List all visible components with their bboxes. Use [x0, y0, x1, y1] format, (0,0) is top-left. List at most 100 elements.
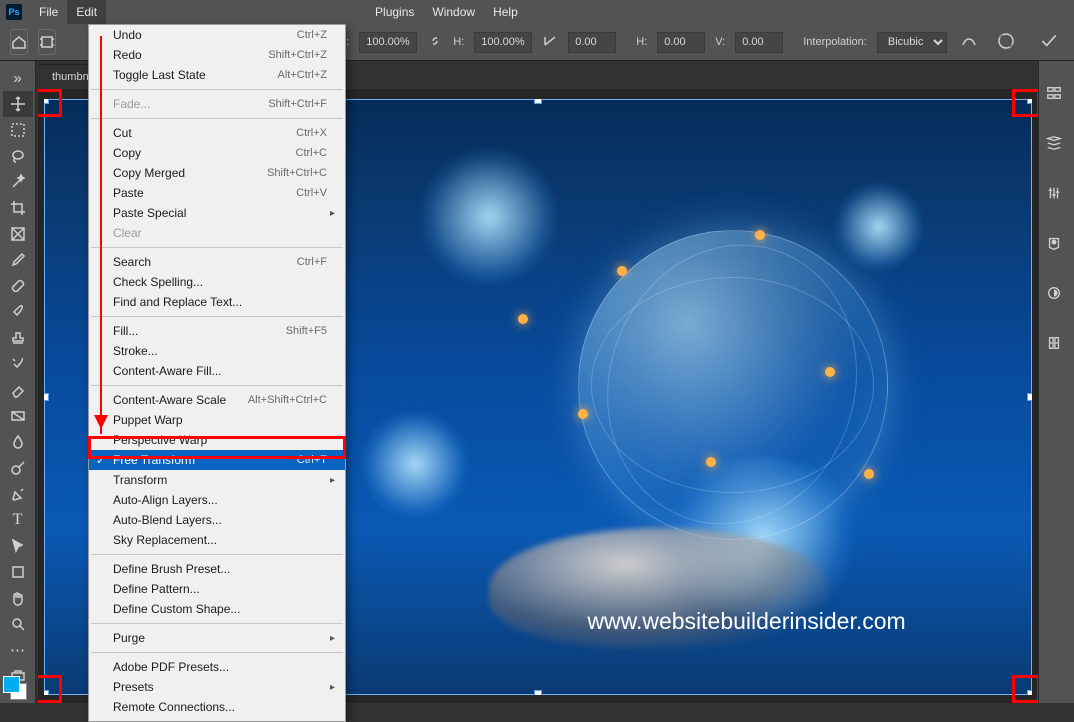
marquee-tool[interactable]: [3, 117, 33, 143]
libraries-panel-icon[interactable]: [1046, 285, 1068, 307]
menu-window[interactable]: Window: [423, 0, 484, 24]
menu-item-search[interactable]: SearchCtrl+F: [89, 252, 345, 272]
menu-item-paste[interactable]: PasteCtrl+V: [89, 183, 345, 203]
home-icon[interactable]: [10, 29, 28, 55]
transform-handle-bm[interactable]: [534, 690, 542, 695]
menu-item-presets[interactable]: Presets: [89, 677, 345, 697]
transform-tool-icon[interactable]: [38, 29, 56, 55]
path-select-tool[interactable]: [3, 533, 33, 559]
menu-item-puppet-warp[interactable]: Puppet Warp: [89, 410, 345, 430]
menu-help[interactable]: Help: [484, 0, 527, 24]
history-brush-tool[interactable]: [3, 351, 33, 377]
stamp-tool[interactable]: [3, 325, 33, 351]
transform-handle-br[interactable]: [1027, 690, 1032, 695]
expand-icon[interactable]: »: [3, 65, 33, 91]
skew-h-input[interactable]: [657, 32, 705, 53]
rotate-icon: [542, 33, 558, 52]
more-tools[interactable]: ⋯: [3, 637, 33, 663]
height-input[interactable]: [474, 32, 532, 53]
color-swatches[interactable]: [3, 676, 27, 700]
menu-item-transform[interactable]: Transform: [89, 470, 345, 490]
menu-item-toggle-last-state[interactable]: Toggle Last StateAlt+Ctrl+Z: [89, 65, 345, 85]
menu-edit[interactable]: Edit: [67, 0, 106, 24]
menu-gap: [106, 0, 366, 24]
annotation-arrow: [100, 36, 102, 434]
interpolation-select[interactable]: Bicubic: [877, 32, 947, 53]
lasso-tool[interactable]: [3, 143, 33, 169]
transform-handle-tl[interactable]: [44, 99, 49, 104]
menu-item-cut[interactable]: CutCtrl+X: [89, 123, 345, 143]
type-tool[interactable]: T: [3, 507, 33, 533]
dodge-tool[interactable]: [3, 455, 33, 481]
move-tool[interactable]: [3, 91, 33, 117]
transform-handle-mr[interactable]: [1027, 393, 1032, 401]
photoshop-logo: Ps: [6, 4, 22, 20]
gradient-tool[interactable]: [3, 403, 33, 429]
rotation-input[interactable]: [568, 32, 616, 53]
cancel-transform-icon[interactable]: [997, 32, 1015, 53]
menu-item-content-aware-fill[interactable]: Content-Aware Fill...: [89, 361, 345, 381]
canvas-url-text: www.websitebuilderinsider.com: [587, 608, 905, 635]
menu-item-auto-align-layers[interactable]: Auto-Align Layers...: [89, 490, 345, 510]
menu-item-copy[interactable]: CopyCtrl+C: [89, 143, 345, 163]
label-h: H:: [453, 36, 464, 48]
wand-tool[interactable]: [3, 169, 33, 195]
menu-item-remote-connections[interactable]: Remote Connections...: [89, 697, 345, 717]
transform-handle-ml[interactable]: [44, 393, 49, 401]
hand-tool[interactable]: [3, 585, 33, 611]
warp-icon[interactable]: [961, 33, 977, 52]
menu-item-define-pattern[interactable]: Define Pattern...: [89, 579, 345, 599]
menu-plugins[interactable]: Plugins: [366, 0, 423, 24]
skew-v-input[interactable]: [735, 32, 783, 53]
crop-tool[interactable]: [3, 195, 33, 221]
transform-handle-tm[interactable]: [534, 99, 542, 104]
globe-graphic: [578, 230, 888, 540]
menu-item-fade: Fade...Shift+Ctrl+F: [89, 94, 345, 114]
eyedropper-tool[interactable]: [3, 247, 33, 273]
menu-file[interactable]: File: [30, 0, 67, 24]
layers-panel-icon[interactable]: [1046, 85, 1068, 107]
tool-panel: » T ⋯: [0, 61, 36, 703]
shape-tool[interactable]: [3, 559, 33, 585]
menu-item-check-spelling[interactable]: Check Spelling...: [89, 272, 345, 292]
menu-item-content-aware-scale[interactable]: Content-Aware ScaleAlt+Shift+Ctrl+C: [89, 390, 345, 410]
image-panel-icon[interactable]: [1046, 135, 1068, 157]
label-skew-v: V:: [715, 36, 725, 48]
zoom-tool[interactable]: [3, 611, 33, 637]
menu-item-fill[interactable]: Fill...Shift+F5: [89, 321, 345, 341]
pen-tool[interactable]: [3, 481, 33, 507]
blur-tool[interactable]: [3, 429, 33, 455]
edit-menu-dropdown: UndoCtrl+ZRedoShift+Ctrl+ZToggle Last St…: [88, 24, 346, 722]
adjustments-panel-icon[interactable]: [1046, 185, 1068, 207]
properties-panel-icon[interactable]: [1046, 335, 1068, 357]
frame-tool[interactable]: [3, 221, 33, 247]
menu-item-adobe-pdf-presets[interactable]: Adobe PDF Presets...: [89, 657, 345, 677]
menu-item-stroke[interactable]: Stroke...: [89, 341, 345, 361]
menu-item-define-brush-preset[interactable]: Define Brush Preset...: [89, 559, 345, 579]
menu-item-find-and-replace-text[interactable]: Find and Replace Text...: [89, 292, 345, 312]
interpolation-label: Interpolation:: [803, 36, 867, 48]
menu-item-auto-blend-layers[interactable]: Auto-Blend Layers...: [89, 510, 345, 530]
commit-transform-icon[interactable]: [1039, 31, 1059, 54]
label-skew-h: H:: [636, 36, 647, 48]
menu-item-paste-special[interactable]: Paste Special: [89, 203, 345, 223]
menu-bar: Ps File Edit Plugins Window Help: [0, 0, 1074, 24]
link-icon[interactable]: [427, 33, 443, 52]
menu-item-free-transform[interactable]: ✓Free TransformCtrl+T: [89, 450, 345, 470]
right-panel-dock: [1038, 61, 1074, 703]
menu-item-redo[interactable]: RedoShift+Ctrl+Z: [89, 45, 345, 65]
menu-item-perspective-warp[interactable]: Perspective Warp: [89, 430, 345, 450]
menu-item-define-custom-shape[interactable]: Define Custom Shape...: [89, 599, 345, 619]
menu-item-undo[interactable]: UndoCtrl+Z: [89, 25, 345, 45]
healing-tool[interactable]: [3, 273, 33, 299]
brush-tool[interactable]: [3, 299, 33, 325]
transform-handle-tr[interactable]: [1027, 99, 1032, 104]
menu-item-purge[interactable]: Purge: [89, 628, 345, 648]
menu-item-copy-merged[interactable]: Copy MergedShift+Ctrl+C: [89, 163, 345, 183]
swatches-panel-icon[interactable]: [1046, 235, 1068, 257]
menu-item-clear: Clear: [89, 223, 345, 243]
menu-item-sky-replacement[interactable]: Sky Replacement...: [89, 530, 345, 550]
eraser-tool[interactable]: [3, 377, 33, 403]
transform-handle-bl[interactable]: [44, 690, 49, 695]
width-input[interactable]: [359, 32, 417, 53]
